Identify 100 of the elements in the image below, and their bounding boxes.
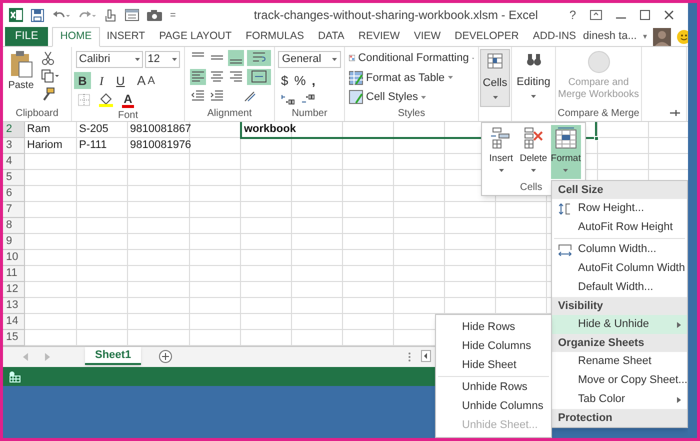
table-cell[interactable] <box>343 138 394 154</box>
scroll-right-icon[interactable] <box>45 353 51 361</box>
table-cell[interactable] <box>394 186 445 202</box>
table-cell[interactable] <box>496 266 547 282</box>
underline-button[interactable]: U <box>112 72 129 90</box>
ribbon-tab[interactable]: VIEW <box>406 27 448 46</box>
table-cell[interactable] <box>445 234 496 250</box>
table-cell[interactable] <box>292 250 343 266</box>
table-cell[interactable] <box>77 154 128 170</box>
table-cell[interactable] <box>241 282 292 298</box>
row-header[interactable]: 7 <box>3 202 25 218</box>
table-cell[interactable] <box>128 186 190 202</box>
menu-item[interactable]: Row Height... <box>552 199 687 218</box>
table-cell[interactable] <box>343 282 394 298</box>
table-cell[interactable] <box>445 218 496 234</box>
customize-toolbar-button[interactable]: = <box>170 8 176 22</box>
table-cell[interactable] <box>77 202 128 218</box>
table-cell[interactable] <box>292 282 343 298</box>
table-cell[interactable] <box>292 218 343 234</box>
table-cell[interactable] <box>394 138 445 154</box>
menu-item[interactable]: Move or Copy Sheet... <box>552 371 687 390</box>
ribbon-tab[interactable]: PAGE LAYOUT <box>152 27 239 46</box>
table-cell[interactable] <box>241 186 292 202</box>
menu-item[interactable]: AutoFit Column Width <box>552 259 687 278</box>
table-cell[interactable] <box>241 298 292 314</box>
menu-item[interactable]: AutoFit Row Height <box>552 218 687 237</box>
italic-button[interactable]: I <box>93 72 110 90</box>
copy-icon[interactable] <box>41 69 59 83</box>
table-cell[interactable] <box>394 234 445 250</box>
table-cell[interactable] <box>25 170 77 186</box>
scissors-icon[interactable] <box>41 51 55 65</box>
table-cell[interactable] <box>292 202 343 218</box>
merge-center-icon[interactable] <box>251 69 267 85</box>
table-cell[interactable] <box>292 266 343 282</box>
menu-item[interactable]: Hide & Unhide <box>552 315 687 334</box>
table-cell[interactable] <box>445 250 496 266</box>
menu-item[interactable]: Default Width... <box>552 278 687 297</box>
table-cell[interactable] <box>394 154 445 170</box>
table-cell[interactable] <box>128 202 190 218</box>
table-cell[interactable] <box>25 298 77 314</box>
table-cell[interactable] <box>343 298 394 314</box>
increase-font-size-button[interactable]: A <box>137 71 146 90</box>
row-header[interactable]: 9 <box>3 234 25 250</box>
editing-button[interactable]: Editing <box>513 49 554 107</box>
row-header[interactable]: 15 <box>3 330 25 346</box>
table-cell[interactable] <box>445 282 496 298</box>
table-cell[interactable] <box>190 138 241 154</box>
table-cell[interactable]: Hariom <box>25 138 77 154</box>
table-cell[interactable] <box>496 234 547 250</box>
ribbon-tab[interactable]: REVIEW <box>351 27 407 46</box>
cell-styles-button[interactable]: Cell Styles <box>349 89 474 106</box>
close-icon[interactable] <box>664 10 674 20</box>
menu-item[interactable]: Hide Sheet <box>436 356 551 375</box>
table-cell[interactable] <box>77 282 128 298</box>
row-header[interactable]: 11 <box>3 266 25 282</box>
table-cell[interactable] <box>241 138 292 154</box>
camera-icon[interactable] <box>147 9 162 21</box>
table-cell[interactable] <box>496 218 547 234</box>
table-cell[interactable] <box>343 186 394 202</box>
save-icon[interactable] <box>31 8 44 22</box>
table-cell[interactable] <box>25 218 77 234</box>
table-cell[interactable] <box>25 202 77 218</box>
table-cell[interactable] <box>77 170 128 186</box>
table-cell[interactable] <box>394 250 445 266</box>
ribbon-tab[interactable]: ADD-INS <box>526 27 584 46</box>
row-header[interactable]: 3 <box>3 138 25 154</box>
font-name-field[interactable]: Calibri <box>76 51 143 68</box>
table-cell[interactable] <box>343 218 394 234</box>
user-name[interactable]: dinesh ta... <box>583 28 637 45</box>
table-cell[interactable] <box>394 282 445 298</box>
table-cell[interactable] <box>343 234 394 250</box>
table-cell[interactable] <box>394 170 445 186</box>
add-sheet-icon[interactable] <box>159 350 172 363</box>
table-cell[interactable] <box>343 250 394 266</box>
maximize-icon[interactable] <box>640 10 650 20</box>
table-cell[interactable] <box>190 266 241 282</box>
ribbon-display-icon[interactable] <box>590 10 602 20</box>
row-header[interactable]: 12 <box>3 282 25 298</box>
table-cell[interactable]: Ram <box>25 122 77 138</box>
table-cell[interactable] <box>496 202 547 218</box>
percent-button[interactable]: % <box>294 71 306 90</box>
table-cell[interactable] <box>496 250 547 266</box>
fill-handle[interactable] <box>594 136 599 141</box>
borders-icon[interactable] <box>78 94 92 106</box>
menu-item[interactable]: Hide Columns <box>436 337 551 356</box>
table-cell[interactable] <box>241 266 292 282</box>
menu-item[interactable]: Tab Color <box>552 390 687 409</box>
table-cell[interactable] <box>77 314 128 330</box>
menu-item[interactable]: Rename Sheet <box>552 352 687 371</box>
row-header[interactable]: 13 <box>3 298 25 314</box>
ribbon-tab[interactable]: DATA <box>310 27 352 46</box>
table-cell[interactable] <box>77 234 128 250</box>
table-cell[interactable] <box>190 314 241 330</box>
paste-button[interactable]: Paste <box>7 50 35 101</box>
table-cell[interactable] <box>394 202 445 218</box>
menu-item[interactable]: Unhide Columns <box>436 397 551 416</box>
table-cell[interactable] <box>241 170 292 186</box>
ribbon-tab[interactable]: HOME <box>52 27 100 47</box>
table-cell[interactable] <box>292 170 343 186</box>
table-cell[interactable] <box>25 282 77 298</box>
